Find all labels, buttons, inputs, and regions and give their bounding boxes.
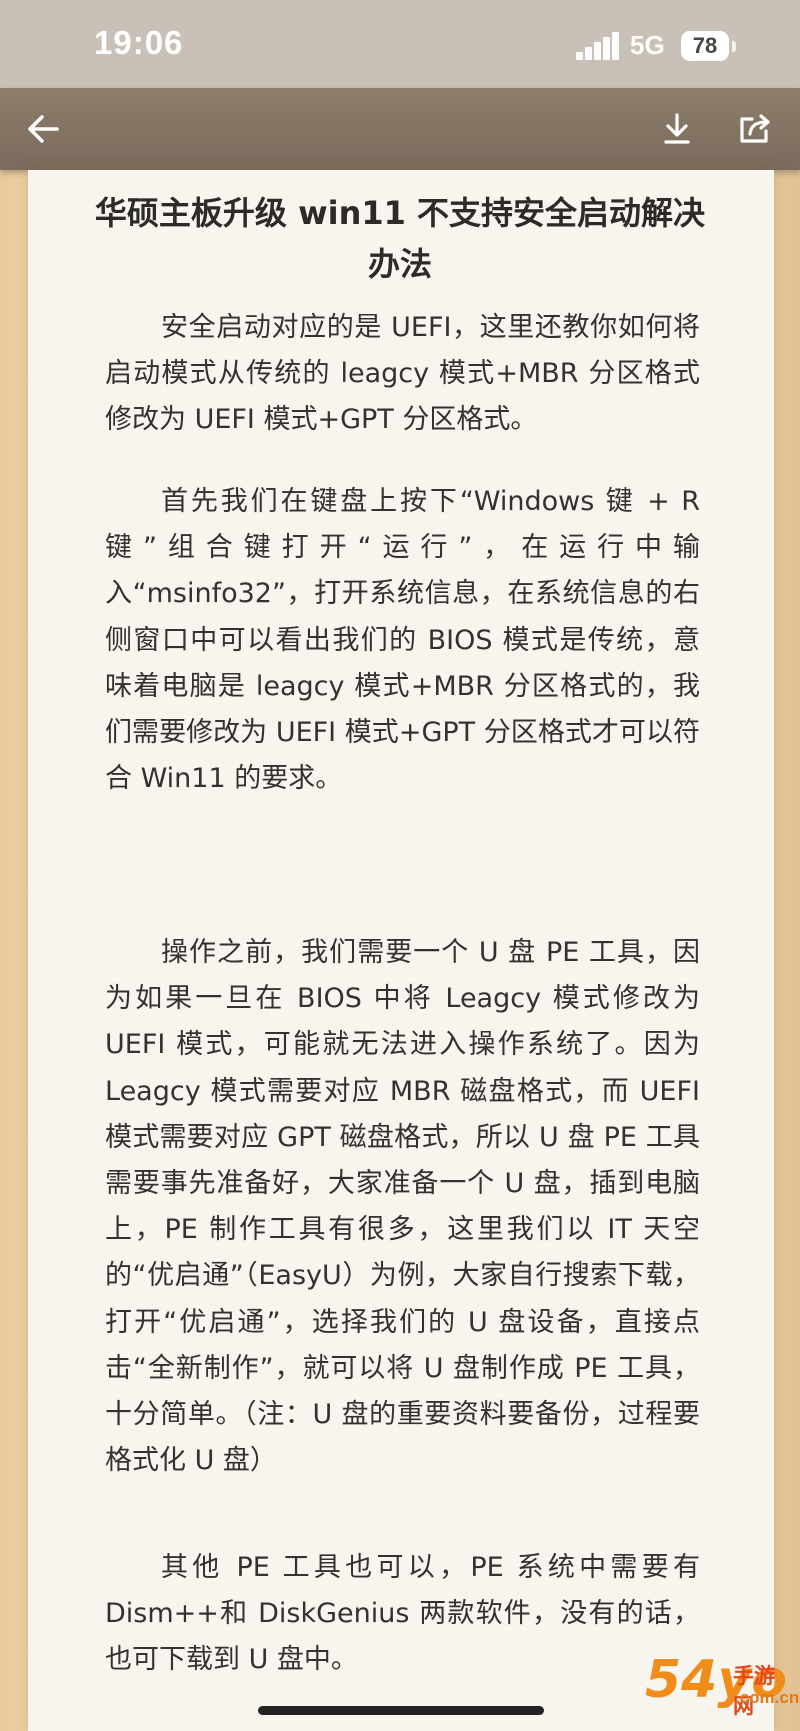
article-paragraph-1: 安全启动对应的是 UEFI，这里还教你如何将启动模式从传统的 leagcy 模式… bbox=[105, 312, 700, 436]
download-button[interactable] bbox=[650, 102, 704, 156]
article-paragraph-3: 操作之前，我们需要一个 U 盘 PE 工具，因为如果一旦在 BIOS 中将 Le… bbox=[105, 937, 700, 1477]
status-bar: 19:06 5G 78 bbox=[0, 0, 800, 88]
back-button[interactable] bbox=[16, 102, 70, 156]
article-paragraph-2: 首先我们在键盘上按下“Windows 键 + R 键”组合键打开“运行”，在运行… bbox=[105, 486, 700, 795]
download-icon bbox=[664, 113, 690, 144]
top-toolbar bbox=[0, 88, 800, 170]
site-watermark-logo: 54yo 手游网 .com.cn bbox=[645, 1650, 799, 1725]
home-indicator[interactable] bbox=[258, 1706, 544, 1715]
battery-level: 78 bbox=[681, 31, 729, 61]
signal-icon bbox=[576, 32, 619, 60]
status-time: 19:06 bbox=[94, 24, 184, 61]
share-icon bbox=[740, 114, 770, 143]
share-button[interactable] bbox=[728, 102, 782, 156]
arrow-left-icon bbox=[28, 115, 59, 143]
battery-icon bbox=[732, 41, 736, 52]
article-paragraph-4: 其他 PE 工具也可以，PE 系统中需要有 Dism++和 DiskGenius… bbox=[105, 1552, 700, 1676]
network-type: 5G bbox=[630, 30, 665, 60]
article-title: 华硕主板升级 win11 不支持安全启动解决办法 bbox=[94, 194, 706, 283]
watermark-line2: .com.cn bbox=[735, 1688, 800, 1707]
